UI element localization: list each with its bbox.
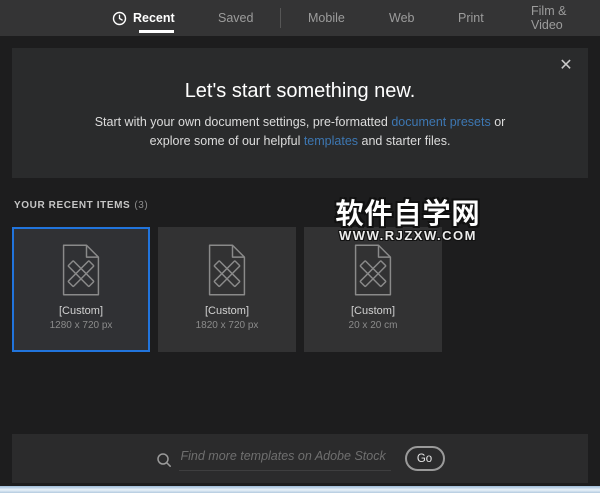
recent-card-3[interactable]: [Custom] 20 x 20 cm	[304, 227, 442, 352]
start-banner: ✕ Let's start something new. Start with …	[12, 48, 588, 178]
recent-card-2[interactable]: [Custom] 1820 x 720 px	[158, 227, 296, 352]
tab-saved[interactable]: Saved	[218, 0, 253, 36]
custom-document-icon	[354, 244, 392, 296]
tab-bar: Recent Saved Mobile Web Print Film & Vid…	[0, 0, 600, 36]
tab-print[interactable]: Print	[458, 0, 484, 36]
document-presets-link[interactable]: document presets	[391, 115, 490, 129]
card-dimensions: 20 x 20 cm	[348, 320, 398, 331]
templates-link[interactable]: templates	[304, 134, 358, 148]
banner-title: Let's start something new.	[184, 80, 416, 102]
recent-items-grid: [Custom] 1280 x 720 px [Custom] 1820 x 7…	[12, 227, 442, 352]
tab-mobile[interactable]: Mobile	[308, 0, 345, 36]
tab-web[interactable]: Web	[389, 0, 414, 36]
tab-film-video-label: Film & Video	[531, 4, 567, 32]
recent-items-count: (3)	[134, 200, 149, 211]
recent-card-1[interactable]: [Custom] 1280 x 720 px	[12, 227, 150, 352]
search-icon	[156, 452, 171, 467]
custom-document-icon	[62, 244, 100, 296]
bottom-edge-strip	[0, 486, 600, 493]
tab-print-label: Print	[458, 11, 484, 25]
tab-divider	[280, 8, 281, 28]
card-dimensions: 1280 x 720 px	[49, 320, 113, 331]
search-input[interactable]	[178, 446, 391, 471]
subtitle-text-2: or	[490, 115, 506, 129]
tab-saved-label: Saved	[218, 11, 254, 25]
banner-subtitle: Start with your own document settings, p…	[90, 113, 510, 151]
subtitle-text-3: explore some of our helpful	[149, 134, 304, 148]
subtitle-text-1: Start with your own document settings, p…	[94, 115, 392, 129]
new-document-start-screen: Recent Saved Mobile Web Print Film & Vid…	[0, 0, 600, 493]
tab-film-video[interactable]: Film & Video	[531, 0, 600, 36]
card-name: [Custom]	[58, 305, 103, 317]
tab-web-label: Web	[389, 11, 415, 25]
active-tab-underline	[139, 30, 174, 33]
tab-mobile-label: Mobile	[308, 11, 345, 25]
close-icon[interactable]: ✕	[556, 56, 576, 76]
recent-items-heading: YOUR RECENT ITEMS (3)	[14, 200, 148, 211]
watermark-site-name: 软件自学网	[335, 198, 481, 229]
go-button[interactable]: Go	[404, 446, 445, 471]
card-name: [Custom]	[204, 305, 249, 317]
tab-recent-label: Recent	[133, 11, 175, 25]
card-name: [Custom]	[350, 305, 395, 317]
custom-document-icon	[208, 244, 246, 296]
card-dimensions: 1820 x 720 px	[195, 320, 259, 331]
adobe-stock-search-panel: Go	[12, 434, 588, 483]
clock-icon	[112, 11, 127, 25]
recent-items-label: YOUR RECENT ITEMS	[14, 200, 131, 211]
subtitle-text-4: and starter files.	[358, 134, 451, 148]
